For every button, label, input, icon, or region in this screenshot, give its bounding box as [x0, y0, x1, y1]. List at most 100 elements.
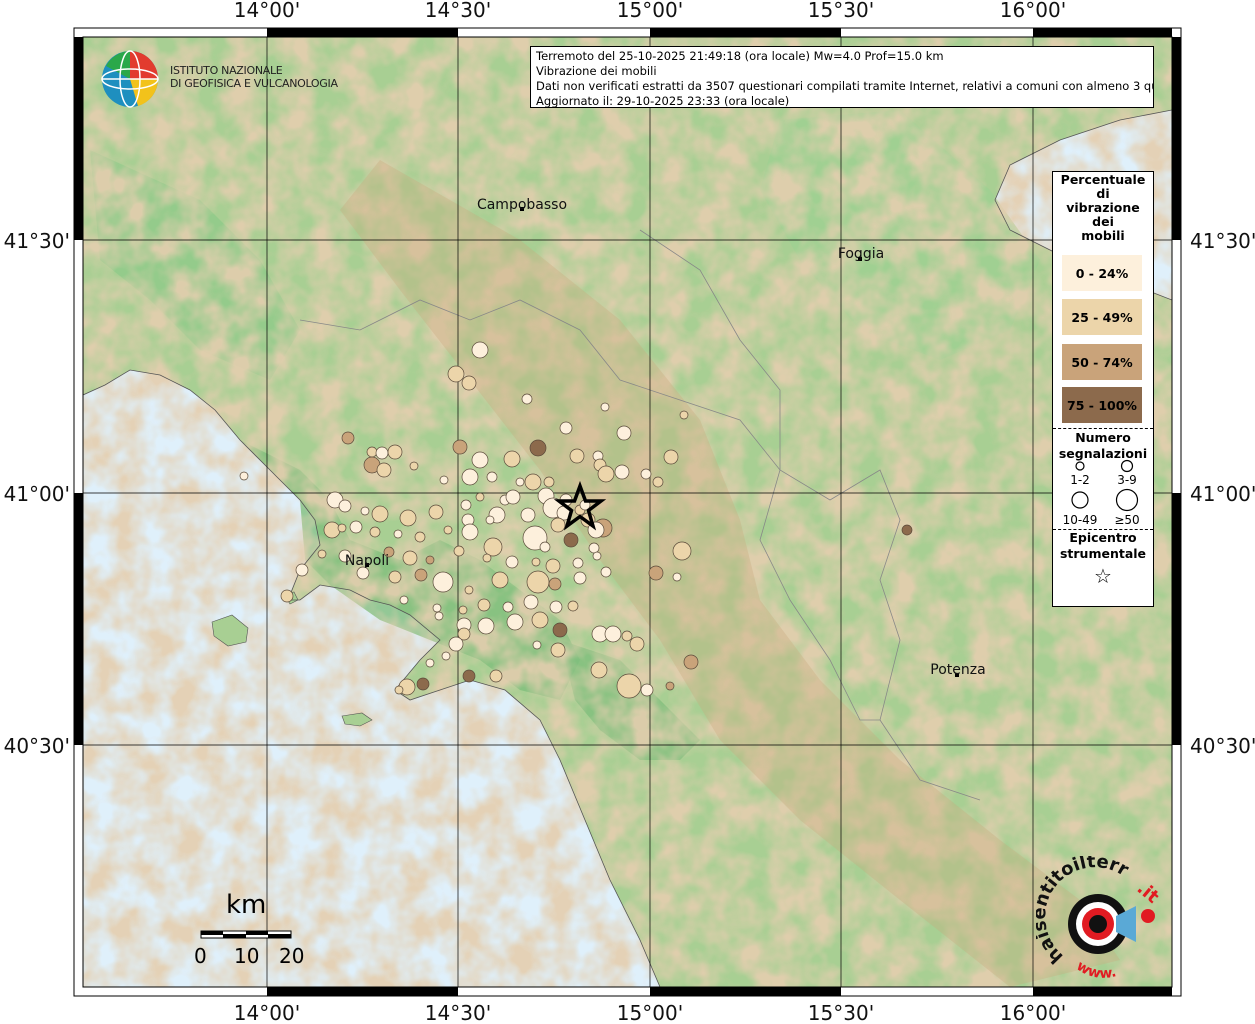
questionnaire-circle — [432, 603, 442, 613]
questionnaire-circle — [526, 570, 550, 594]
questionnaire-circle — [460, 499, 472, 511]
questionnaire-circle — [529, 439, 547, 457]
questionnaire-circle — [604, 625, 622, 643]
parameter-line: Vibrazione dei mobili — [536, 64, 657, 78]
logo-text-right: .it — [1133, 878, 1163, 908]
event-line: Terremoto del 25-10-2025 21:49:18 (ora l… — [536, 49, 944, 63]
questionnaire-circle — [414, 531, 426, 543]
questionnaire-circle — [640, 468, 652, 480]
tick-label-right: 41°00' — [1190, 482, 1255, 506]
questionnaire-circle — [506, 613, 524, 631]
tick-label-left: 41°00' — [4, 482, 70, 506]
questionnaire-circle — [629, 636, 645, 652]
legend-separator — [1053, 428, 1153, 429]
scale-tick-10: 10 — [234, 944, 260, 968]
questionnaire-circle — [471, 451, 489, 469]
tick-label-top: 14°30' — [425, 0, 491, 22]
tick-label-bottom: 14°00' — [234, 1001, 300, 1024]
questionnaire-circle — [665, 681, 675, 691]
legend-class-0: 0 - 24% — [1062, 255, 1142, 291]
questionnaire-circle — [616, 425, 632, 441]
questionnaire-circle — [399, 595, 409, 605]
questionnaire-circle — [360, 506, 370, 516]
tick-label-bottom: 14°30' — [425, 1001, 491, 1024]
questionnaire-circle — [520, 507, 536, 523]
questionnaire-circle — [597, 465, 615, 483]
questionnaire-circle — [505, 555, 519, 569]
questionnaire-circle — [388, 570, 402, 584]
questionnaire-circle — [588, 542, 600, 554]
legend-class-2: 50 - 74% — [1062, 344, 1142, 380]
questionnaire-circle — [563, 532, 579, 548]
questionnaire-circle — [425, 658, 435, 668]
questionnaire-circle — [452, 439, 468, 455]
questionnaire-circle — [461, 375, 477, 391]
tick-label-top: 15°00' — [617, 0, 683, 22]
questionnaire-circle — [448, 636, 464, 652]
size-label-3-9: 3-9 — [1117, 473, 1137, 487]
legend-class-1: 25 - 49% — [1062, 299, 1142, 335]
questionnaire-circle — [462, 669, 476, 683]
questionnaire-circle — [428, 504, 444, 520]
questionnaire-circle — [559, 421, 573, 435]
questionnaire-circle — [443, 525, 453, 535]
questionnaire-circle — [461, 523, 479, 541]
questionnaire-circle — [515, 477, 525, 487]
questionnaire-circle — [592, 551, 602, 561]
questionnaire-circle — [523, 594, 539, 610]
questionnaire-circle — [341, 431, 355, 445]
questionnaire-circle — [524, 473, 542, 491]
questionnaire-circle — [399, 509, 417, 527]
questionnaire-circle — [901, 524, 913, 536]
questionnaire-circle — [375, 446, 389, 460]
questionnaire-circle — [648, 565, 664, 581]
questionnaire-circle — [447, 365, 465, 383]
questionnaire-circle — [600, 566, 612, 578]
tick-label-left: 41°30' — [4, 229, 70, 253]
scale-tick-0: 0 — [194, 944, 207, 968]
questionnaire-circle — [600, 402, 610, 412]
questionnaire-circle — [338, 499, 352, 513]
questionnaire-circle — [369, 526, 381, 538]
star-icon: ☆ — [1094, 564, 1112, 588]
questionnaire-circle — [521, 393, 533, 405]
size-label-1-2: 1-2 — [1070, 473, 1090, 487]
tick-label-right: 40°30' — [1190, 734, 1255, 758]
questionnaire-circle — [337, 523, 347, 533]
questionnaire-circle — [652, 476, 664, 488]
svg-text:www.: www. — [1074, 958, 1118, 982]
questionnaire-circle — [545, 558, 561, 574]
questionnaire-circle — [393, 529, 403, 539]
legend-title: Percentuale di vibrazione dei mobili — [1060, 172, 1146, 243]
questionnaire-circle — [552, 622, 568, 638]
questionnaire-circle — [323, 521, 341, 539]
size-label-10-49: 10-49 — [1062, 513, 1098, 527]
questionnaire-circle — [461, 468, 479, 486]
ingv-line1: ISTITUTO NAZIONALE — [170, 64, 283, 77]
questionnaire-circle — [550, 642, 566, 658]
questionnaire-circle — [502, 601, 514, 613]
map-area — [83, 37, 1172, 987]
questionnaire-circle — [485, 515, 495, 525]
legend-epicenter-title: Epicentro strumentale — [1059, 530, 1147, 561]
questionnaire-circle — [489, 669, 503, 683]
questionnaire-circle — [679, 410, 689, 420]
scale-tick-20: 20 — [279, 944, 305, 968]
axis-labels-top: 14°00' 14°30' 15°00' 15°30' 16°00' — [234, 0, 1066, 22]
questionnaire-circle — [503, 450, 521, 468]
logo-text-bottom: www. — [1074, 958, 1118, 982]
size-label-50: ≥50 — [1114, 513, 1140, 527]
questionnaire-circle — [621, 630, 633, 642]
disclaimer-line: Dati non verificati estratti da 3507 que… — [536, 79, 1154, 93]
questionnaire-circle — [543, 476, 555, 488]
questionnaire-circle — [482, 553, 492, 563]
questionnaire-circle — [402, 550, 418, 566]
tick-label-top: 16°00' — [1000, 0, 1066, 22]
legend: Percentuale di vibrazione dei mobili 0 -… — [1052, 171, 1154, 607]
updated-line: Aggiornato il: 29-10-2025 23:33 (ora loc… — [536, 94, 790, 108]
ingv-line2: DI GEOFISICA E VULCANOLOGIA — [170, 77, 338, 90]
questionnaire-circle — [614, 464, 630, 480]
questionnaire-circle — [409, 461, 419, 471]
questionnaire-circle — [376, 462, 392, 478]
questionnaire-circle — [317, 549, 327, 559]
